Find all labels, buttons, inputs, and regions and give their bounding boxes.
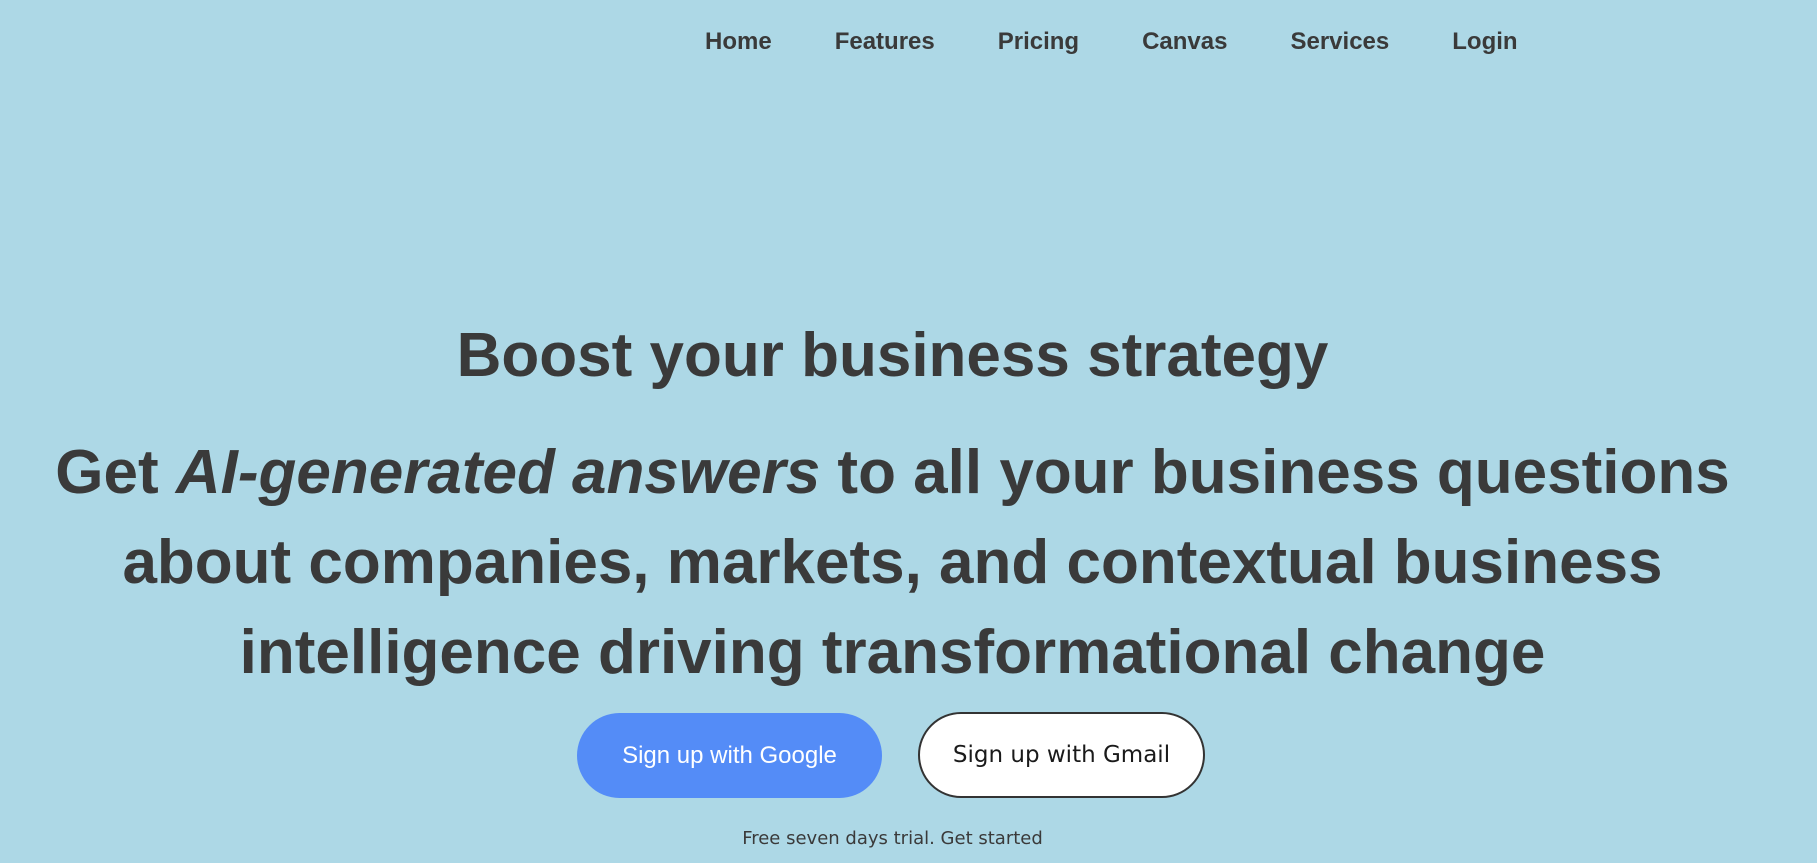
hero-subtitle-line1-rest: to all your business questions: [820, 438, 1730, 507]
nav-login-link[interactable]: Login: [1452, 26, 1517, 58]
hero-subtitle-prefix: Get: [55, 438, 176, 507]
nav-canvas-link[interactable]: Canvas: [1142, 26, 1227, 58]
hero-subtitle-emphasis: AI-generated answers: [175, 438, 821, 507]
trial-text: Free seven days trial. Get started: [742, 828, 1043, 849]
hero-subtitle-line3: intelligence driving transformational ch…: [239, 618, 1546, 687]
hero-subtitle-line2: about companies, markets, and contextual…: [122, 528, 1663, 597]
hero-subtitle: Get AI-generated answers to all your bus…: [0, 428, 1785, 698]
hero-title: Boost your business strategy: [456, 321, 1329, 390]
top-nav: Home Features Pricing Canvas Services Lo…: [705, 26, 1518, 58]
nav-home-link[interactable]: Home: [705, 26, 772, 58]
nav-features-link[interactable]: Features: [835, 26, 935, 58]
signup-gmail-button[interactable]: Sign up with Gmail: [918, 712, 1205, 798]
nav-services-link[interactable]: Services: [1290, 26, 1389, 58]
nav-pricing-link[interactable]: Pricing: [998, 26, 1079, 58]
signup-buttons: Sign up with Google Sign up with Gmail: [577, 712, 1205, 798]
signup-google-button[interactable]: Sign up with Google: [577, 713, 882, 798]
